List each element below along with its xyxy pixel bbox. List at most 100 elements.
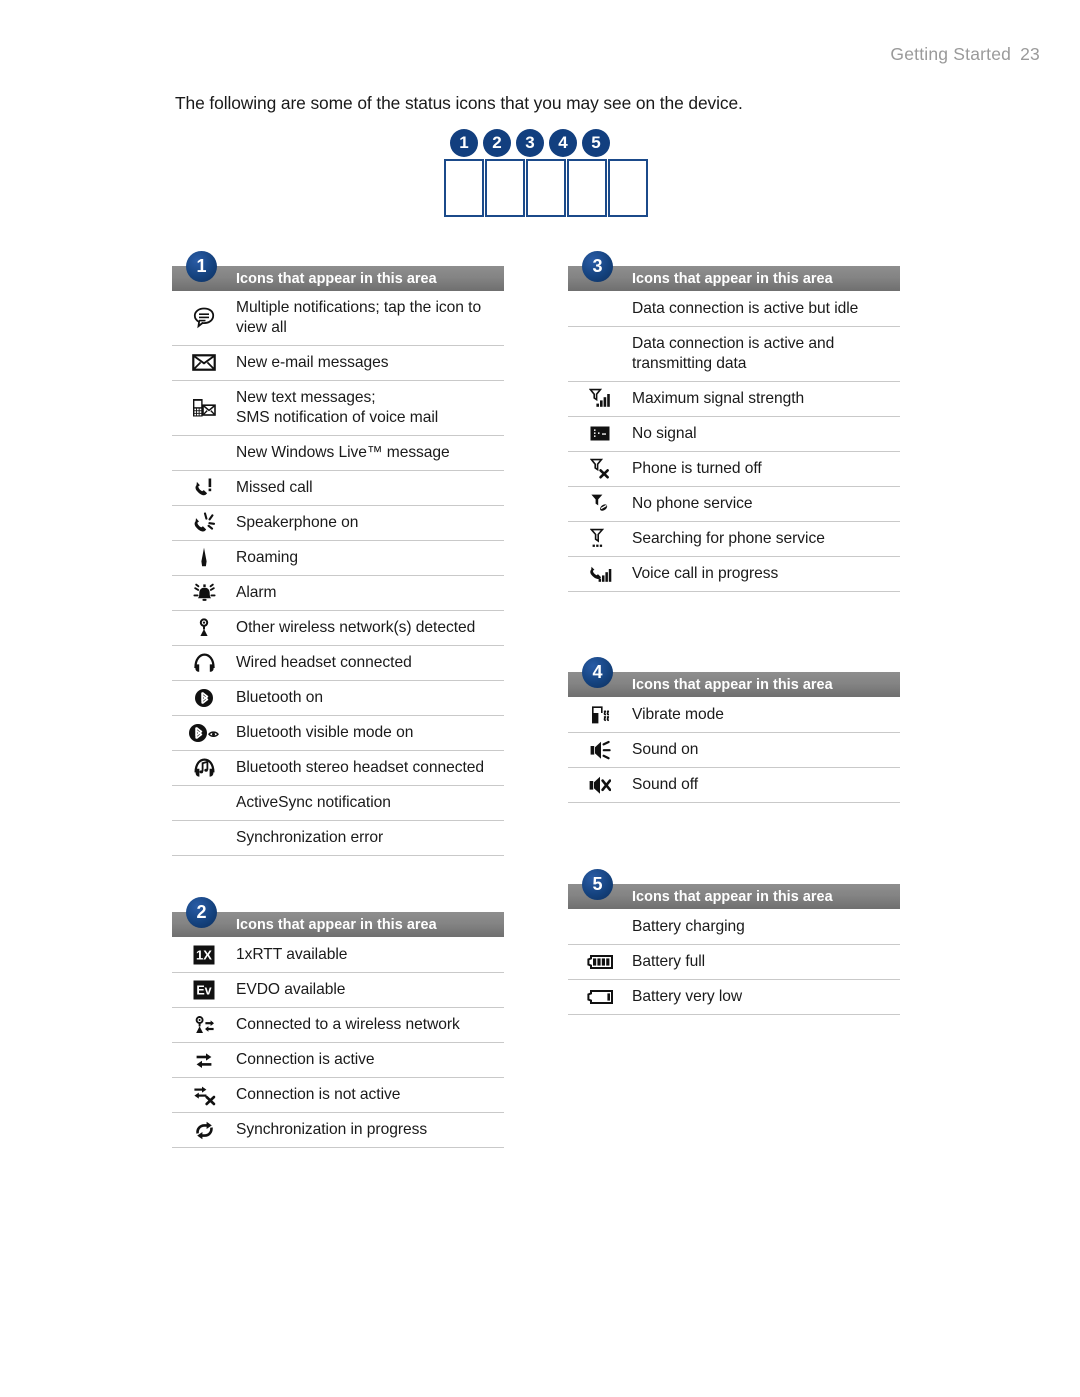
table-row: Bluetooth visible mode on	[172, 714, 504, 750]
sync-in-progress-icon	[172, 1116, 236, 1145]
icon-description: Phone is turned off	[632, 452, 900, 486]
section-badge-2: 2	[186, 897, 217, 928]
icon-description: Missed call	[236, 471, 504, 505]
table-row: Connection is not active	[172, 1077, 504, 1112]
icon-description: Voice call in progress	[632, 557, 900, 591]
icon-description-line1: Roaming	[236, 548, 299, 566]
svg	[192, 583, 216, 601]
svg	[591, 705, 609, 723]
none	[568, 350, 632, 358]
icon-description-line1: Missed call	[236, 478, 313, 496]
svg	[195, 1015, 214, 1033]
svg-text:Ev: Ev	[196, 984, 211, 998]
icon-description: New Windows Live™ message	[236, 436, 504, 470]
section-2-rows: 1X 1xRTT available Ev EVDO available Connect…	[172, 937, 504, 1148]
evdo-icon: Ev	[172, 976, 236, 1004]
icon-description: 1xRTT available	[236, 938, 504, 972]
icon-description: Other wireless network(s) detected	[236, 611, 504, 645]
svg	[590, 740, 611, 759]
icon-description: Alarm	[236, 576, 504, 610]
multiple-notifications-icon	[172, 303, 236, 333]
table-row: No phone service	[568, 485, 900, 521]
svg-text:1X: 1X	[196, 947, 212, 962]
section-2-header: 2 Icons that appear in this area	[172, 897, 504, 937]
svg	[590, 529, 605, 548]
none	[172, 834, 236, 842]
wireless-network-detected-icon	[172, 613, 236, 642]
icon-description-line1: Bluetooth visible mode on	[236, 723, 414, 741]
icon-description: Connection is not active	[236, 1078, 504, 1112]
icon-description: Bluetooth on	[236, 681, 504, 715]
icon-description: Synchronization error	[236, 821, 504, 855]
icon-description: No phone service	[632, 487, 900, 521]
new-text-message-icon	[172, 393, 236, 422]
table-row: Phone is turned off	[568, 450, 900, 486]
svg	[589, 567, 611, 583]
icon-description: Multiple notifications; tap the icon to v…	[236, 291, 504, 345]
section-4-rows: Vibrate mode Sound on Sound off	[568, 697, 900, 803]
svg	[199, 618, 209, 637]
section-badge-1: 1	[186, 251, 217, 282]
right-column-top: 3 Icons that appear in this area Data conn…	[568, 251, 900, 592]
section-header-label: Icons that appear in this area	[632, 888, 833, 905]
table-row: Vibrate mode	[568, 697, 900, 732]
section-header-label: Icons that appear in this area	[632, 676, 833, 693]
icon-description: Wired headset connected	[236, 646, 504, 680]
icon-description: Connected to a wireless network	[236, 1008, 504, 1042]
icon-description: Battery very low	[632, 980, 900, 1014]
svg	[196, 1052, 211, 1068]
table-row: New Windows Live™ message	[172, 434, 504, 470]
section-1-header: 1 Icons that appear in this area	[172, 251, 504, 291]
icon-description: Maximum signal strength	[632, 382, 900, 416]
new-email-icon	[172, 347, 236, 378]
table-row: 1X 1xRTT available	[172, 937, 504, 972]
table-row: Connection is active	[172, 1042, 504, 1077]
icon-description-line1: Bluetooth stereo headset connected	[236, 758, 484, 776]
icon-description: New e-mail messages	[236, 346, 504, 380]
phone-off-icon	[568, 454, 632, 483]
svg	[195, 478, 212, 496]
icon-description-line1: Vibrate mode	[632, 705, 724, 723]
none	[172, 449, 236, 457]
chapter-title: Getting Started	[890, 44, 1012, 64]
icon-description: Connection is active	[236, 1043, 504, 1077]
table-row: Maximum signal strength	[568, 380, 900, 416]
icon-description-line1: Multiple notifications; tap the icon to	[236, 299, 482, 316]
icon-description: Data connection is active but idle	[632, 292, 900, 326]
diagram-box-3	[526, 159, 566, 217]
section-header-label: Icons that appear in this area	[236, 916, 437, 933]
table-row: New text messages; SMS notification of vo…	[172, 379, 504, 435]
diagram-box-4	[567, 159, 607, 217]
icon-description-line1: Maximum signal strength	[632, 389, 805, 407]
section-header-label: Icons that appear in this area	[236, 270, 437, 287]
section-badge-5: 5	[582, 869, 613, 900]
none	[568, 305, 632, 313]
icon-description-line1: Connection is not active	[236, 1086, 401, 1104]
icon-description-line1: No phone service	[632, 494, 753, 512]
table-row: Data connection is active and transmittin…	[568, 326, 900, 381]
table-row: No signal	[568, 415, 900, 451]
table-row: Voice call in progress	[568, 555, 900, 591]
table-row: New e-mail messages	[172, 344, 504, 380]
no-phone-service-icon	[568, 489, 632, 518]
svg: 1X	[193, 945, 215, 964]
section-4-header: 4 Icons that appear in this area	[568, 657, 900, 697]
icon-description-line1: Speakerphone on	[236, 513, 359, 531]
vibrate-mode-icon	[568, 701, 632, 729]
table-row: Wired headset connected	[172, 644, 504, 680]
icon-description: ActiveSync notification	[236, 786, 504, 820]
section-3-rows: Data connection is active but idle Data c…	[568, 291, 900, 592]
alarm-icon	[172, 579, 236, 607]
icon-description: Vibrate mode	[632, 698, 900, 732]
svg	[194, 512, 215, 532]
battery-full-icon	[568, 950, 632, 974]
svg	[589, 389, 610, 408]
bluetooth-on-icon	[172, 684, 236, 712]
table-row: Data connection is active but idle	[568, 291, 900, 326]
icon-description: Battery full	[632, 945, 900, 979]
section-1: 1 Icons that appear in this area Multiple …	[172, 251, 504, 856]
table-row: Multiple notifications; tap the icon to v…	[172, 291, 504, 345]
svg	[201, 548, 207, 567]
icon-description-line1: Connection is active	[236, 1051, 375, 1069]
wired-headset-icon	[172, 648, 236, 677]
